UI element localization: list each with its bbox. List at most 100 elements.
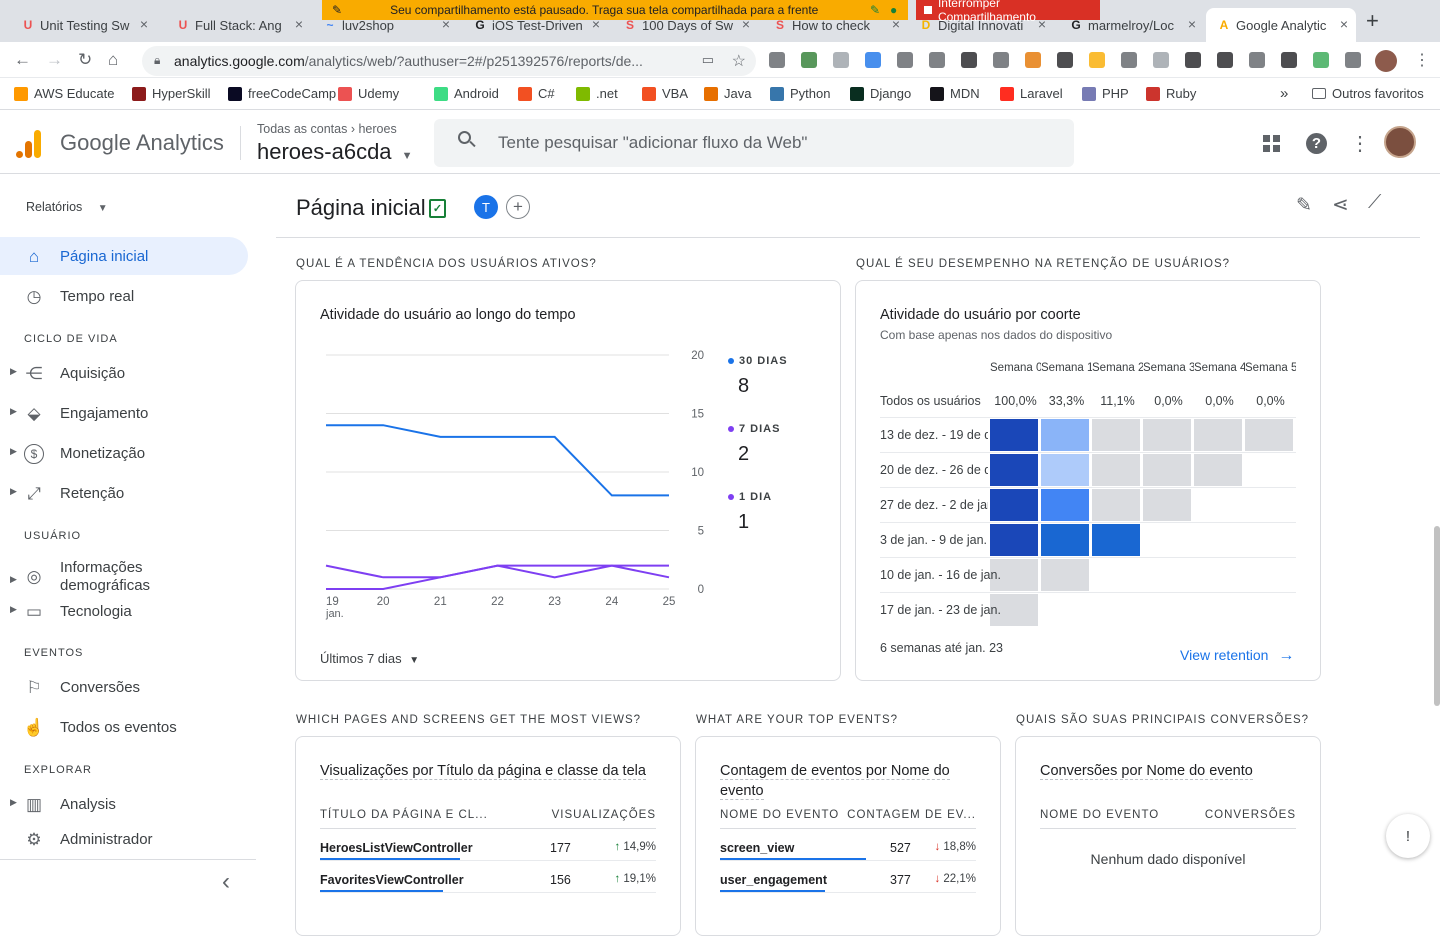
close-tab-icon[interactable]: ×: [1188, 16, 1196, 32]
cohort-cell[interactable]: [1092, 489, 1140, 521]
property-selector[interactable]: heroes-a6cda ▼: [257, 139, 413, 165]
cohort-cell[interactable]: [990, 419, 1038, 451]
install-app-icon[interactable]: ▭: [702, 52, 714, 68]
cohort-cell[interactable]: [1041, 559, 1089, 591]
extension-icon[interactable]: [1185, 52, 1201, 68]
bookmark-item[interactable]: MDN: [930, 86, 980, 101]
reload-icon[interactable]: ↻: [78, 50, 92, 70]
extension-icon[interactable]: [865, 52, 881, 68]
expand-arrow-icon[interactable]: ▶: [10, 486, 17, 497]
cohort-cell[interactable]: [990, 524, 1038, 556]
sidebar-item-acquisition[interactable]: ▶ ⋲ Aquisição: [0, 354, 248, 392]
expand-arrow-icon[interactable]: ▶: [10, 797, 17, 808]
expand-arrow-icon[interactable]: ▶: [10, 406, 17, 417]
forward-icon[interactable]: →: [46, 50, 63, 70]
expand-arrow-icon[interactable]: ▶: [10, 604, 17, 615]
extension-icon[interactable]: [1121, 52, 1137, 68]
view-retention-link[interactable]: View retention →: [1180, 647, 1294, 665]
cohort-cell[interactable]: [1092, 524, 1140, 556]
add-user-icon[interactable]: +: [506, 195, 530, 219]
collapse-sidebar-button[interactable]: ‹: [222, 868, 230, 896]
bookmark-item[interactable]: Android: [434, 86, 499, 101]
bookmark-item[interactable]: freeCodeCamp: [228, 86, 336, 101]
extension-icon[interactable]: [769, 52, 785, 68]
bookmark-item[interactable]: PHP: [1082, 86, 1129, 101]
bookmark-item[interactable]: Ruby: [1146, 86, 1196, 101]
cohort-cell[interactable]: [990, 454, 1038, 486]
new-tab-button[interactable]: +: [1366, 10, 1379, 32]
feedback-button[interactable]: !: [1386, 814, 1430, 858]
close-tab-icon[interactable]: ×: [1340, 16, 1348, 32]
search-input[interactable]: Tente pesquisar "adicionar fluxo da Web": [434, 119, 1074, 167]
insights-icon[interactable]: ⟋: [1368, 192, 1381, 214]
conversions-card-title[interactable]: Conversões por Nome do evento: [1040, 763, 1253, 780]
bookmark-item[interactable]: Udemy: [338, 86, 399, 101]
home-icon[interactable]: ⌂: [108, 50, 118, 70]
url-field[interactable]: 🔒︎ analytics.google.com /analytics/web/?…: [142, 46, 756, 76]
sidebar-item-monetization[interactable]: ▶ $ Monetização: [0, 434, 248, 472]
cohort-cell[interactable]: [1194, 419, 1242, 451]
sidebar-item-conversions[interactable]: ⚐ Conversões: [0, 668, 248, 706]
extension-icon[interactable]: [1313, 52, 1329, 68]
table-row-name[interactable]: HeroesListViewController: [320, 841, 473, 855]
sidebar-item-all-events[interactable]: ☝ Todos os eventos: [0, 708, 248, 746]
browser-tab[interactable]: U Unit Testing Sw ×: [10, 8, 156, 42]
expand-arrow-icon[interactable]: ▶: [10, 446, 17, 457]
date-range-dropdown[interactable]: Últimos 7 dias ▼: [320, 651, 419, 666]
account-avatar[interactable]: [1384, 126, 1416, 158]
close-tab-icon[interactable]: ×: [140, 16, 148, 32]
extension-icon[interactable]: [961, 52, 977, 68]
cohort-cell[interactable]: [1041, 524, 1089, 556]
browser-menu-icon[interactable]: ⋮: [1414, 50, 1430, 70]
expand-arrow-icon[interactable]: ▶: [10, 570, 17, 588]
edit-report-icon[interactable]: ✎: [1296, 194, 1312, 217]
browser-tab[interactable]: A Google Analytic ×: [1206, 8, 1356, 42]
expand-arrow-icon[interactable]: ▶: [10, 366, 17, 377]
bookmark-item[interactable]: HyperSkill: [132, 86, 211, 101]
sidebar-item-home[interactable]: ⌂ Página inicial: [0, 237, 248, 275]
bookmark-item[interactable]: Django: [850, 86, 911, 101]
sidebar-item-retention[interactable]: ▶ ⤢ Retenção: [0, 474, 248, 512]
bookmark-item[interactable]: Java: [704, 86, 751, 101]
extension-icon[interactable]: [1025, 52, 1041, 68]
cohort-cell[interactable]: [1092, 419, 1140, 451]
extension-icon[interactable]: [1153, 52, 1169, 68]
cohort-cell[interactable]: [1092, 454, 1140, 486]
help-icon[interactable]: ?: [1306, 133, 1327, 154]
scrollbar-thumb[interactable]: [1434, 526, 1440, 706]
cohort-cell[interactable]: [1194, 454, 1242, 486]
events-card-title-line1[interactable]: Contagem de eventos por Nome do: [720, 763, 950, 780]
events-card-title-line2[interactable]: evento: [720, 783, 764, 800]
sidebar-item-tech[interactable]: ▶ ▭ Tecnologia: [0, 592, 248, 630]
cohort-cell[interactable]: [1143, 419, 1191, 451]
extension-icon[interactable]: [1217, 52, 1233, 68]
extension-icon[interactable]: [1281, 52, 1297, 68]
bookmark-item[interactable]: .net: [576, 86, 618, 101]
bookmark-item[interactable]: AWS Educate: [14, 86, 114, 101]
cohort-cell[interactable]: [1245, 419, 1293, 451]
more-bookmarks-button[interactable]: »: [1280, 85, 1288, 102]
extension-icon[interactable]: [1345, 52, 1361, 68]
pages-card-title[interactable]: Visualizações por Título da página e cla…: [320, 763, 646, 780]
other-bookmarks-folder[interactable]: Outros favoritos: [1312, 86, 1424, 101]
extension-icon[interactable]: [1249, 52, 1265, 68]
close-tab-icon[interactable]: ×: [295, 16, 303, 32]
sidebar-item-engagement[interactable]: ▶ ⬙ Engajamento: [0, 394, 248, 432]
browser-tab[interactable]: U Full Stack: Ang ×: [165, 8, 311, 42]
apps-grid-icon[interactable]: [1263, 135, 1280, 152]
extension-icon[interactable]: [897, 52, 913, 68]
back-icon[interactable]: ←: [14, 50, 31, 70]
extension-icon[interactable]: [1089, 52, 1105, 68]
table-row-name[interactable]: FavoritesViewController: [320, 873, 464, 887]
sidebar-item-admin[interactable]: ⚙ Administrador: [0, 820, 248, 858]
cohort-cell[interactable]: [1143, 454, 1191, 486]
sidebar-item-realtime[interactable]: ◷ Tempo real: [0, 277, 248, 315]
reports-dropdown[interactable]: Relatórios ▼: [26, 200, 108, 214]
cohort-cell[interactable]: [1041, 489, 1089, 521]
bookmark-star-icon[interactable]: ☆: [732, 51, 746, 71]
extension-icon[interactable]: [993, 52, 1009, 68]
more-vert-icon[interactable]: ⋮: [1350, 131, 1370, 156]
user-avatar-small[interactable]: T: [474, 195, 498, 219]
stop-sharing-button[interactable]: Interromper Compartilhamento: [916, 0, 1100, 24]
share-icon[interactable]: ⋖: [1332, 192, 1349, 217]
